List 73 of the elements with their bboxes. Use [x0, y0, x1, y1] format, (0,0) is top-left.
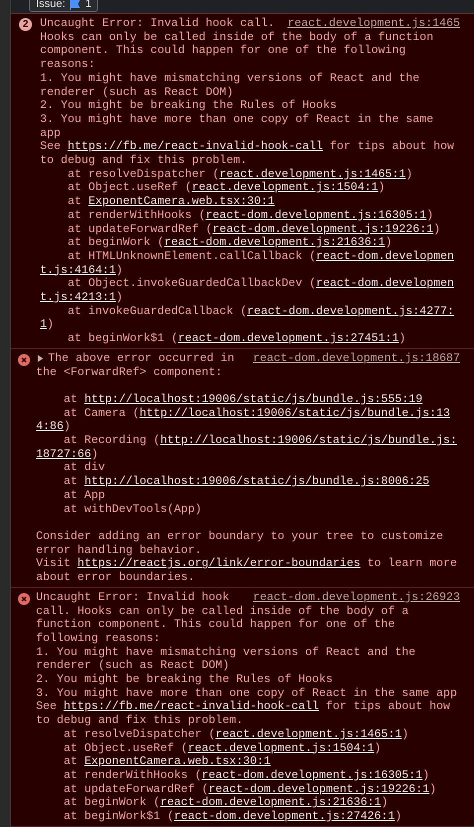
stack-frame: at ExponentCamera.web.tsx:30:1 — [36, 755, 460, 769]
message-text: See https://fb.me/react-invalid-hook-call for tips about how to debug and fix this problem. — [40, 140, 456, 168]
flag-icon — [69, 0, 82, 10]
stack-frame: at invokeGuardedCallback (react-dom.development.js:4277: 1) — [40, 304, 460, 332]
message-text: Consider adding an error boundary to your tree to customize error handling behavior. — [36, 530, 444, 558]
source-link[interactable]: react-dom.development.js:26923 — [252, 590, 460, 604]
stack-frame: at Object.useRef (react.development.js:1504:1) — [36, 742, 460, 756]
link[interactable]: https://reactjs.org/link/error-boundaries — [77, 557, 360, 570]
link[interactable]: react.development.js:1465:1 — [215, 728, 402, 741]
stack-frame: at http://localhost:19006/static/js/bundle.js:555:19 — [36, 392, 460, 407]
message-text: See https://fb.me/react-invalid-hook-call for tips about how to debug and fix this problem. — [36, 700, 452, 728]
link[interactable]: 1 — [40, 318, 47, 332]
link[interactable]: react-dom.developmen — [316, 277, 454, 290]
stack-frame: at ExponentCamera.web.tsx:30:1 — [40, 195, 460, 209]
link[interactable]: https://fb.me/react-invalid-hook-call — [68, 140, 323, 154]
stack-frame: at renderWithHooks (react-dom.development.js:16305:1) — [40, 208, 460, 223]
stack-frame: at div — [36, 461, 460, 476]
stack-frame: at Recording (http://localhost:19006/static/js/bundle.js: 18727:66) — [36, 434, 460, 462]
link[interactable]: react-dom.development.js:19226:1 — [208, 782, 430, 796]
message-text: 1. You might have mismatching versions of React and the renderer (such as React DOM) — [36, 646, 417, 674]
stack-frame: at withDevTools(App) — [36, 502, 460, 516]
stack-frame: at updateForwardRef (react-dom.development.js:19226:1) — [40, 222, 460, 236]
message-text: 3. You might have more than one copy of React in the same app — [36, 686, 458, 700]
stack-frame: at resolveDispatcher (react.development.js:1465:1) — [40, 168, 460, 182]
stack-frame: at beginWork (react-dom.development.js:21636:1) — [40, 236, 460, 250]
stack-frame: at updateForwardRef (react-dom.development.js:19226:1) — [36, 782, 460, 796]
link[interactable]: react-dom.development.js:16305:1 — [202, 768, 422, 782]
error-icon — [18, 354, 30, 366]
link[interactable]: ExponentCamera.web.tsx:30:1 — [84, 755, 271, 768]
link[interactable]: react-dom.development.js:27426:1 — [174, 810, 395, 824]
message-text: The above error occurred in the <ForwardRef> component: react-dom.development.js:18687 — [36, 352, 460, 380]
stack-frame: at resolveDispatcher (react.development.js:1465:1) — [36, 728, 460, 742]
link[interactable]: react-dom.development.js:4277: — [247, 304, 454, 318]
link[interactable]: react-dom.developmen — [316, 250, 454, 263]
stack-frame: at App — [36, 488, 460, 503]
link[interactable]: ExponentCamera.web.tsx:30:1 — [88, 195, 275, 208]
source-link[interactable]: react.development.js:1465 — [287, 17, 460, 31]
stack-frame: at Camera (http://localhost:19006/static/js/bundle.js:13 4:86) — [36, 406, 460, 434]
message-text: Uncaught Error: Invalid hook call. Hooks can only be called inside of the body of a function component. This could happen for one of the following reasons: react-dom.development.js:26923 — [36, 590, 460, 646]
stack-frame: at Object.invokeGuardedCallbackDev (react-dom.developmen t.js:4213:1) — [40, 277, 460, 305]
link[interactable]: http://localhost:19006/static/js/bundle.js: — [160, 434, 457, 448]
count-badge: 2 — [19, 18, 32, 31]
message-text: 2. You might be breaking the Rules of Hooks — [40, 99, 338, 113]
link[interactable]: react.development.js:1465:1 — [219, 168, 406, 181]
link[interactable]: https://fb.me/react-invalid-hook-call — [64, 700, 319, 714]
link[interactable]: react.development.js:1504:1 — [188, 742, 374, 755]
stack-frame: at beginWork (react-dom.development.js:21636:1) — [36, 796, 460, 810]
message-text: Uncaught Error: Invalid hook call. Hooks can only be called inside of the body of a function component. This could happen for one of the following reasons: react.development.js:1465 — [40, 17, 460, 72]
link[interactable]: react-dom.development.js:21636:1 — [164, 236, 386, 250]
stack-frame: at HTMLUnknownElement.callCallback (react-dom.developmen t.js:4164:1) — [40, 250, 460, 278]
link[interactable]: http://localhost:19006/static/js/bundle.js:8006:25 — [84, 475, 430, 488]
message-text: Visit https://reactjs.org/link/error-boundaries to learn more about error boundaries. — [36, 557, 458, 585]
link[interactable]: react-dom.development.js:27451:1 — [178, 332, 399, 346]
stack-frame: at Object.useRef (react.development.js:1504:1) — [40, 181, 460, 196]
link[interactable]: 18727:66 — [36, 448, 92, 461]
link[interactable]: 4:86 — [36, 420, 64, 434]
link[interactable]: http://localhost:19006/static/js/bundle.js:555:19 — [84, 392, 422, 406]
stack-frame: at beginWork$1 (react-dom.development.js:27426:1) — [36, 810, 460, 824]
error-icon — [18, 592, 30, 605]
message-text: 2. You might be breaking the Rules of Hooks — [36, 673, 334, 687]
link[interactable]: react-dom.development.js:16305:1 — [206, 208, 426, 222]
source-link[interactable]: react-dom.development.js:18687 — [252, 352, 460, 366]
link[interactable]: react.development.js:1504:1 — [192, 181, 378, 194]
stack-frame: at beginWork$1 (react-dom.development.js:27451:1) — [40, 332, 460, 346]
stack-frame: at http://localhost:19006/static/js/bundle.js:8006:25 — [36, 475, 460, 489]
triangle-icon[interactable] — [37, 354, 44, 362]
link[interactable]: t.js:4213:1 — [40, 291, 116, 304]
link[interactable]: http://localhost:19006/static/js/bundle.js:13 — [140, 406, 450, 420]
link[interactable]: t.js:4164:1 — [40, 264, 116, 277]
message-text: 1. You might have mismatching versions of React and the renderer (such as React DOM) — [40, 72, 421, 100]
link[interactable]: react-dom.development.js:19226:1 — [212, 222, 434, 236]
stack-frame: at renderWithHooks (react-dom.development.js:16305:1) — [36, 768, 460, 783]
link[interactable]: react-dom.development.js:21636:1 — [160, 796, 382, 810]
